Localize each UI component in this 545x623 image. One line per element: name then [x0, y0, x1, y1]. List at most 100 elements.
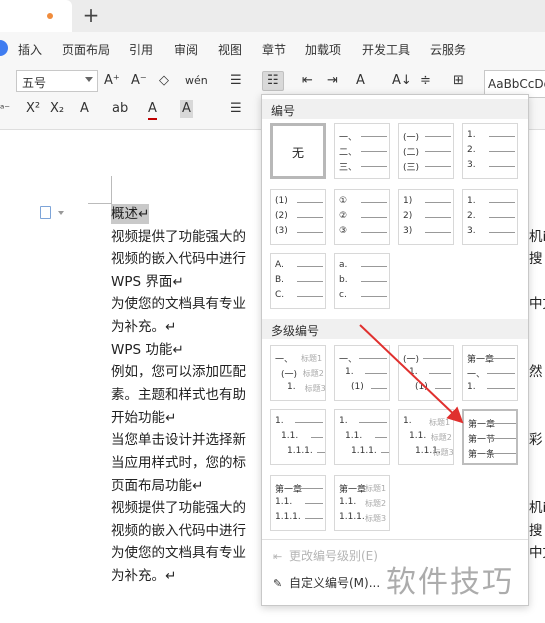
- numbering-option[interactable]: 1) 2) 3): [398, 189, 454, 245]
- multilevel-option-marker: 1.: [345, 367, 354, 377]
- doc-heading[interactable]: 页面布局功能↵: [111, 476, 203, 496]
- numbering-option[interactable]: 1. 2. 3.: [462, 189, 518, 245]
- doc-line[interactable]: 视频的嵌入代码中进行: [111, 249, 246, 269]
- numbering-option-line: [297, 281, 323, 282]
- outdent-button[interactable]: ⇤: [302, 72, 313, 90]
- numbering-option-line: [361, 151, 387, 152]
- multilevel-option-line: [435, 388, 451, 389]
- chevron-down-icon[interactable]: [58, 211, 64, 215]
- doc-line[interactable]: 视频提供了功能强大的: [111, 498, 246, 518]
- bullets-button[interactable]: ☰: [230, 72, 242, 90]
- strikethrough-icon[interactable]: ᵃ⁻: [0, 100, 10, 118]
- menu-view[interactable]: 视图: [218, 41, 242, 58]
- doc-line[interactable]: 为使您的文档具有专业: [111, 294, 246, 314]
- menu-references[interactable]: 引用: [129, 41, 153, 58]
- indent-button[interactable]: ⇥: [327, 72, 338, 90]
- numbering-button[interactable]: ☷: [262, 71, 284, 91]
- doc-line[interactable]: 当您单击设计并选择新: [111, 430, 246, 450]
- multilevel-option[interactable]: 第一章 1.1. 1.1.1.: [270, 475, 326, 531]
- pinyin-guide-button[interactable]: wén: [185, 72, 208, 90]
- numbering-option-marker: b.: [339, 275, 348, 285]
- numbering-option-marker: C.: [275, 290, 285, 300]
- menu-review[interactable]: 审阅: [174, 41, 198, 58]
- multilevel-option[interactable]: 1. 1.1. 1.1.1.: [334, 409, 390, 465]
- multilevel-option[interactable]: (一) 1. (1): [398, 345, 454, 401]
- multilevel-option-marker: 1.: [339, 416, 348, 426]
- menu-chapter[interactable]: 章节: [262, 41, 286, 58]
- numbering-option-line: [361, 296, 387, 297]
- doc-line[interactable]: 当应用样式时，您的标: [111, 453, 246, 473]
- sort-button[interactable]: A↓: [392, 72, 412, 90]
- grow-font-button[interactable]: A⁺: [104, 72, 120, 90]
- multilevel-option[interactable]: 一、 标题1 (一) 标题2 1. 标题3: [270, 345, 326, 401]
- menu-page-layout[interactable]: 页面布局: [62, 41, 110, 58]
- multilevel-option[interactable]: 1. 标题1 1.1. 标题2 1.1.1. 标题3: [398, 409, 454, 465]
- doc-line[interactable]: 例如，您可以添加匹配: [111, 362, 246, 382]
- numbering-option-line: [489, 151, 515, 152]
- numbering-option[interactable]: (一) (二) (三): [398, 123, 454, 179]
- numbering-option-line: [361, 232, 387, 233]
- align-left-button[interactable]: ☰: [230, 100, 242, 118]
- text-effect-button[interactable]: A: [80, 100, 89, 118]
- numbering-option-line: [489, 217, 515, 218]
- font-size-select[interactable]: 五号: [16, 70, 98, 92]
- menu-developer[interactable]: 开发工具: [362, 41, 410, 58]
- borders-button[interactable]: ⊞: [453, 72, 464, 90]
- numbering-none-option[interactable]: 无: [270, 123, 326, 179]
- superscript-button[interactable]: X²: [26, 100, 40, 118]
- numbering-option-marker: 3): [403, 226, 413, 236]
- multilevel-section-header: 多级编号: [262, 319, 528, 339]
- multilevel-option[interactable]: 1. 1.1. 1.1.1.: [270, 409, 326, 465]
- menu-cloud[interactable]: 云服务: [430, 41, 466, 58]
- multilevel-option-marker: 1.1.: [275, 497, 293, 507]
- document-tab[interactable]: [0, 0, 72, 32]
- doc-line[interactable]: 为使您的文档具有专业: [111, 543, 246, 563]
- doc-line[interactable]: 素。主题和样式也有助: [111, 385, 246, 405]
- multilevel-option-chapter-section-article[interactable]: 第一章 第一节 第一条: [462, 409, 518, 465]
- shrink-font-button[interactable]: A⁻: [131, 72, 147, 90]
- char-shading-button[interactable]: A: [180, 100, 193, 118]
- custom-numbering-label: 自定义编号(M)...: [289, 576, 381, 590]
- multilevel-option[interactable]: 第一章 一、 1.: [462, 345, 518, 401]
- change-level-icon: ⇤: [273, 550, 283, 563]
- numbering-option[interactable]: a. b. c.: [334, 253, 390, 309]
- menu-insert[interactable]: 插入: [18, 41, 42, 58]
- multilevel-option-marker: 一、: [467, 370, 486, 380]
- doc-heading[interactable]: 开始功能↵: [111, 408, 176, 428]
- numbering-option[interactable]: A. B. C.: [270, 253, 326, 309]
- multilevel-option[interactable]: 一、 1. (1): [334, 345, 390, 401]
- numbering-option[interactable]: (1) (2) (3): [270, 189, 326, 245]
- menu-addins[interactable]: 加载项: [305, 41, 341, 58]
- subscript-button[interactable]: X₂: [50, 100, 64, 118]
- multilevel-option-line: [429, 373, 451, 374]
- text-direction-button[interactable]: A: [356, 72, 365, 90]
- doc-line[interactable]: 视频的嵌入代码中进行: [111, 521, 246, 541]
- document-icon[interactable]: [40, 206, 51, 219]
- new-tab-button[interactable]: +: [81, 4, 101, 26]
- numbering-option-marker: (一): [403, 133, 420, 143]
- numbering-option-line: [361, 166, 387, 167]
- app-menu-icon[interactable]: [0, 40, 8, 56]
- doc-heading-overview[interactable]: 概述↵: [111, 204, 150, 224]
- multilevel-option[interactable]: 第一章 标题1 1.1. 标题2 1.1.1. 标题3: [334, 475, 390, 531]
- doc-heading[interactable]: WPS 界面↵: [111, 272, 184, 292]
- custom-numbering-item[interactable]: ✎ 自定义编号(M)...: [273, 574, 380, 591]
- clear-format-icon[interactable]: ◇: [159, 72, 169, 90]
- numbering-option[interactable]: ① ② ③: [334, 189, 390, 245]
- doc-line[interactable]: 为补充。↵: [111, 566, 176, 586]
- doc-line[interactable]: 为补充。↵: [111, 317, 176, 337]
- numbering-option-marker: ③: [339, 226, 348, 236]
- font-color-button[interactable]: A: [148, 100, 157, 120]
- doc-line[interactable]: 视频提供了功能强大的: [111, 227, 246, 247]
- multilevel-option-line: [365, 373, 387, 374]
- line-spacing-button[interactable]: ≑: [420, 72, 431, 90]
- multilevel-option-line: [359, 422, 387, 423]
- numbering-option-line: [297, 202, 323, 203]
- highlight-button[interactable]: ab: [112, 100, 128, 118]
- doc-heading[interactable]: WPS 功能↵: [111, 340, 184, 360]
- numbering-option-marker: 3.: [467, 160, 476, 170]
- numbering-option[interactable]: 1. 2. 3.: [462, 123, 518, 179]
- numbering-option[interactable]: 一、 二、 三、: [334, 123, 390, 179]
- numbering-none-label: 无: [291, 146, 304, 160]
- doc-line-overflow: 然: [529, 364, 543, 380]
